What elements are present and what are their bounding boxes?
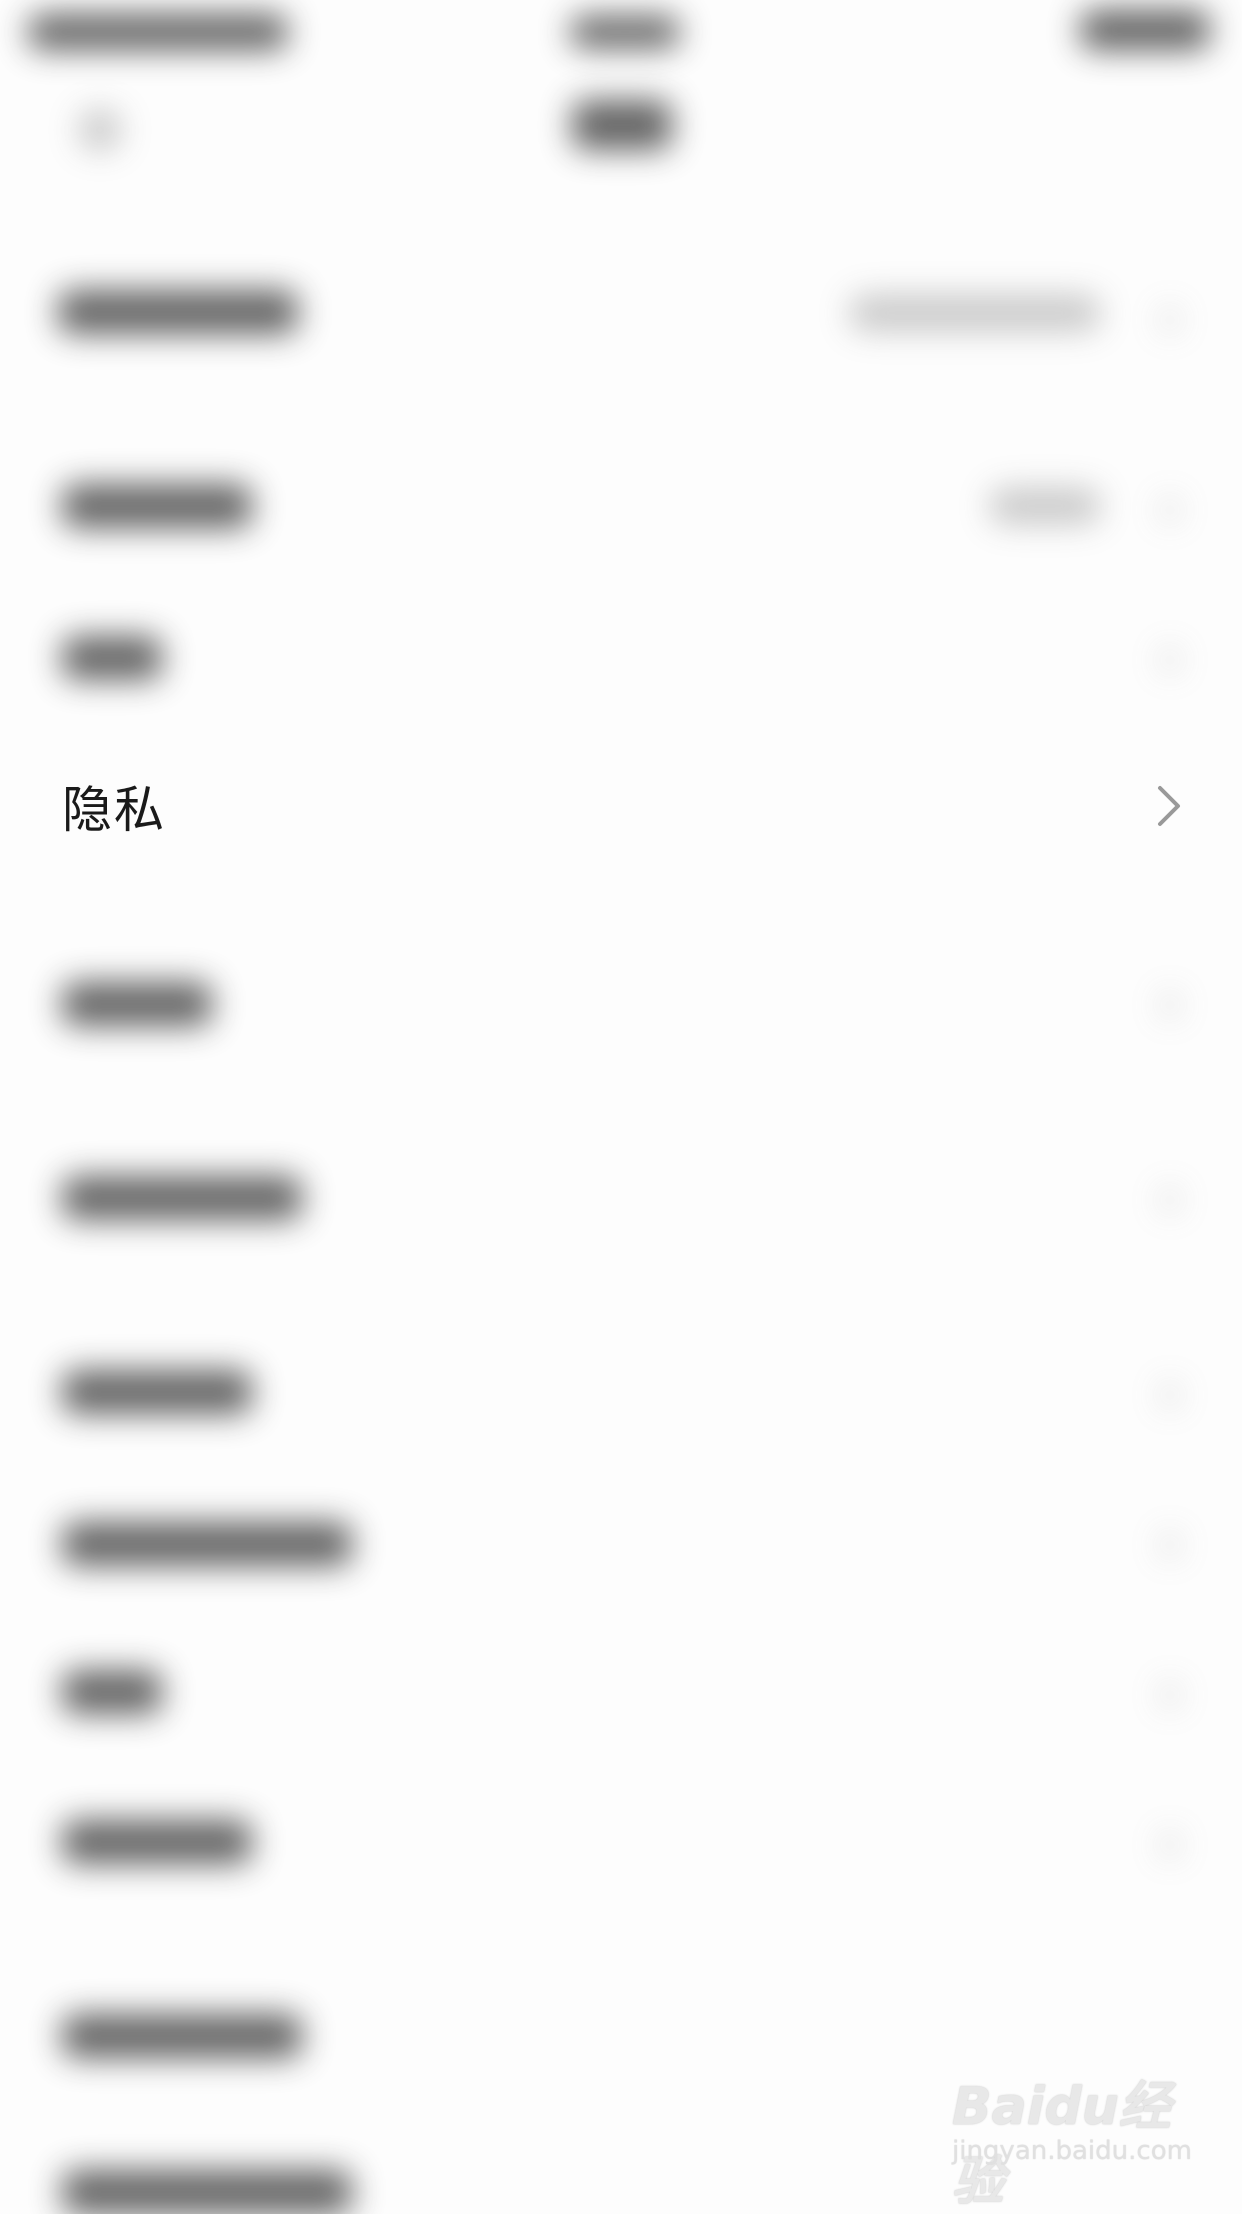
settings-item-label: 隐私 [62, 781, 166, 839]
settings-item-privacy[interactable]: 隐私 [0, 731, 1242, 881]
baidu-jingyan-watermark: Baidu经验 jingyan.baidu.com [952, 2064, 1192, 2212]
chevron-right-icon [1158, 786, 1180, 826]
blurred-background [0, 0, 1242, 2214]
watermark-url: jingyan.baidu.com [952, 2136, 1192, 2166]
